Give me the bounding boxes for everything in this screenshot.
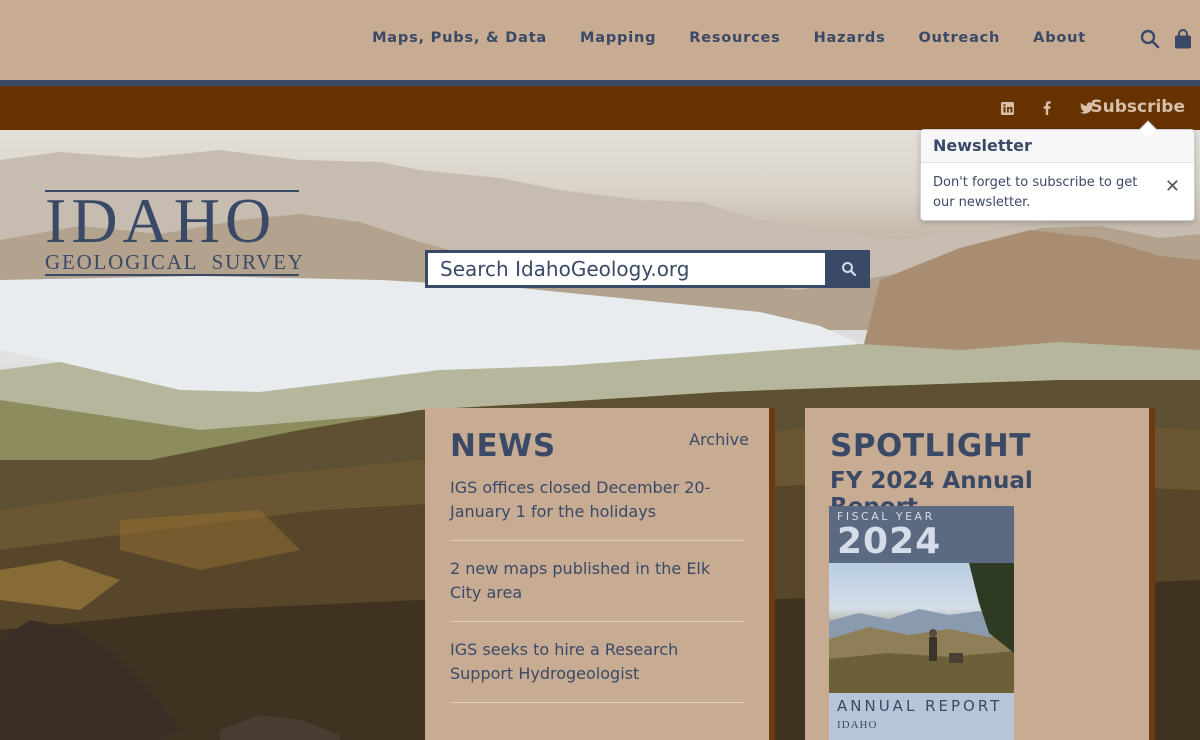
social-icons xyxy=(1000,86,1094,130)
shopping-bag-icon[interactable] xyxy=(1174,29,1192,54)
nav-item-maps-pubs-data[interactable]: Maps, Pubs, & Data xyxy=(372,30,547,46)
nav-item-hazards[interactable]: Hazards xyxy=(814,30,886,46)
news-item[interactable]: IGS seeks to hire a Research Support Hyd… xyxy=(450,638,745,703)
report-label: ANNUAL REPORT xyxy=(837,697,1003,715)
spotlight-card: SPOTLIGHT FY 2024 Annual Report FISCAL Y… xyxy=(805,408,1155,740)
nav-item-about[interactable]: About xyxy=(1033,30,1086,46)
social-bar: Subscribe xyxy=(0,86,1200,130)
report-photo-image xyxy=(829,563,1014,693)
report-cover-photo xyxy=(829,563,1014,693)
news-archive-link[interactable]: Archive xyxy=(689,430,749,449)
newsletter-popover: Newsletter Don't forget to subscribe to … xyxy=(920,120,1195,221)
news-item[interactable]: 2 new maps published in the Elk City are… xyxy=(450,557,745,622)
spotlight-title: SPOTLIGHT xyxy=(830,428,1031,464)
report-year: 2024 xyxy=(837,521,942,562)
search-input[interactable] xyxy=(428,253,825,285)
subscribe-link[interactable]: Subscribe xyxy=(1090,97,1185,117)
linkedin-icon[interactable] xyxy=(1000,101,1014,115)
logo-bottom-rule xyxy=(45,274,299,276)
search-field-wrapper xyxy=(425,250,828,288)
report-publisher-logo: IDAHO xyxy=(837,719,878,731)
nav-item-outreach[interactable]: Outreach xyxy=(919,30,1001,46)
search-button[interactable] xyxy=(828,250,870,288)
news-card: NEWS Archive IGS offices closed December… xyxy=(425,408,775,740)
facebook-icon[interactable] xyxy=(1040,101,1054,115)
idaho-geological-survey-logo[interactable]: IDAHO GEOLOGICAL SURVEY xyxy=(45,185,305,276)
search-icon xyxy=(842,262,857,277)
nav-icons xyxy=(1140,29,1192,54)
news-list: IGS offices closed December 20-January 1… xyxy=(450,476,745,703)
news-item[interactable]: IGS offices closed December 20-January 1… xyxy=(450,476,745,541)
close-icon[interactable]: ✕ xyxy=(1165,176,1180,197)
report-cover-footer: ANNUAL REPORT IDAHO xyxy=(829,693,1014,740)
annual-report-cover[interactable]: FISCAL YEAR 2024 ANNUAL REPORT IDAHO xyxy=(829,506,1014,740)
popover-title: Newsletter xyxy=(921,130,1194,163)
logo-main-text: IDAHO xyxy=(45,185,277,256)
logo-sub-text: GEOLOGICAL SURVEY xyxy=(45,250,305,274)
site-search xyxy=(425,250,870,288)
report-cover-header: FISCAL YEAR 2024 xyxy=(829,506,1014,563)
search-icon[interactable] xyxy=(1140,29,1160,54)
nav-item-mapping[interactable]: Mapping xyxy=(580,30,656,46)
popover-message: Don't forget to subscribe to get our new… xyxy=(933,175,1138,210)
top-nav-bar: Maps, Pubs, & Data Mapping Resources Haz… xyxy=(0,0,1200,80)
main-nav: Maps, Pubs, & Data Mapping Resources Haz… xyxy=(339,30,1086,46)
nav-item-resources[interactable]: Resources xyxy=(689,30,780,46)
